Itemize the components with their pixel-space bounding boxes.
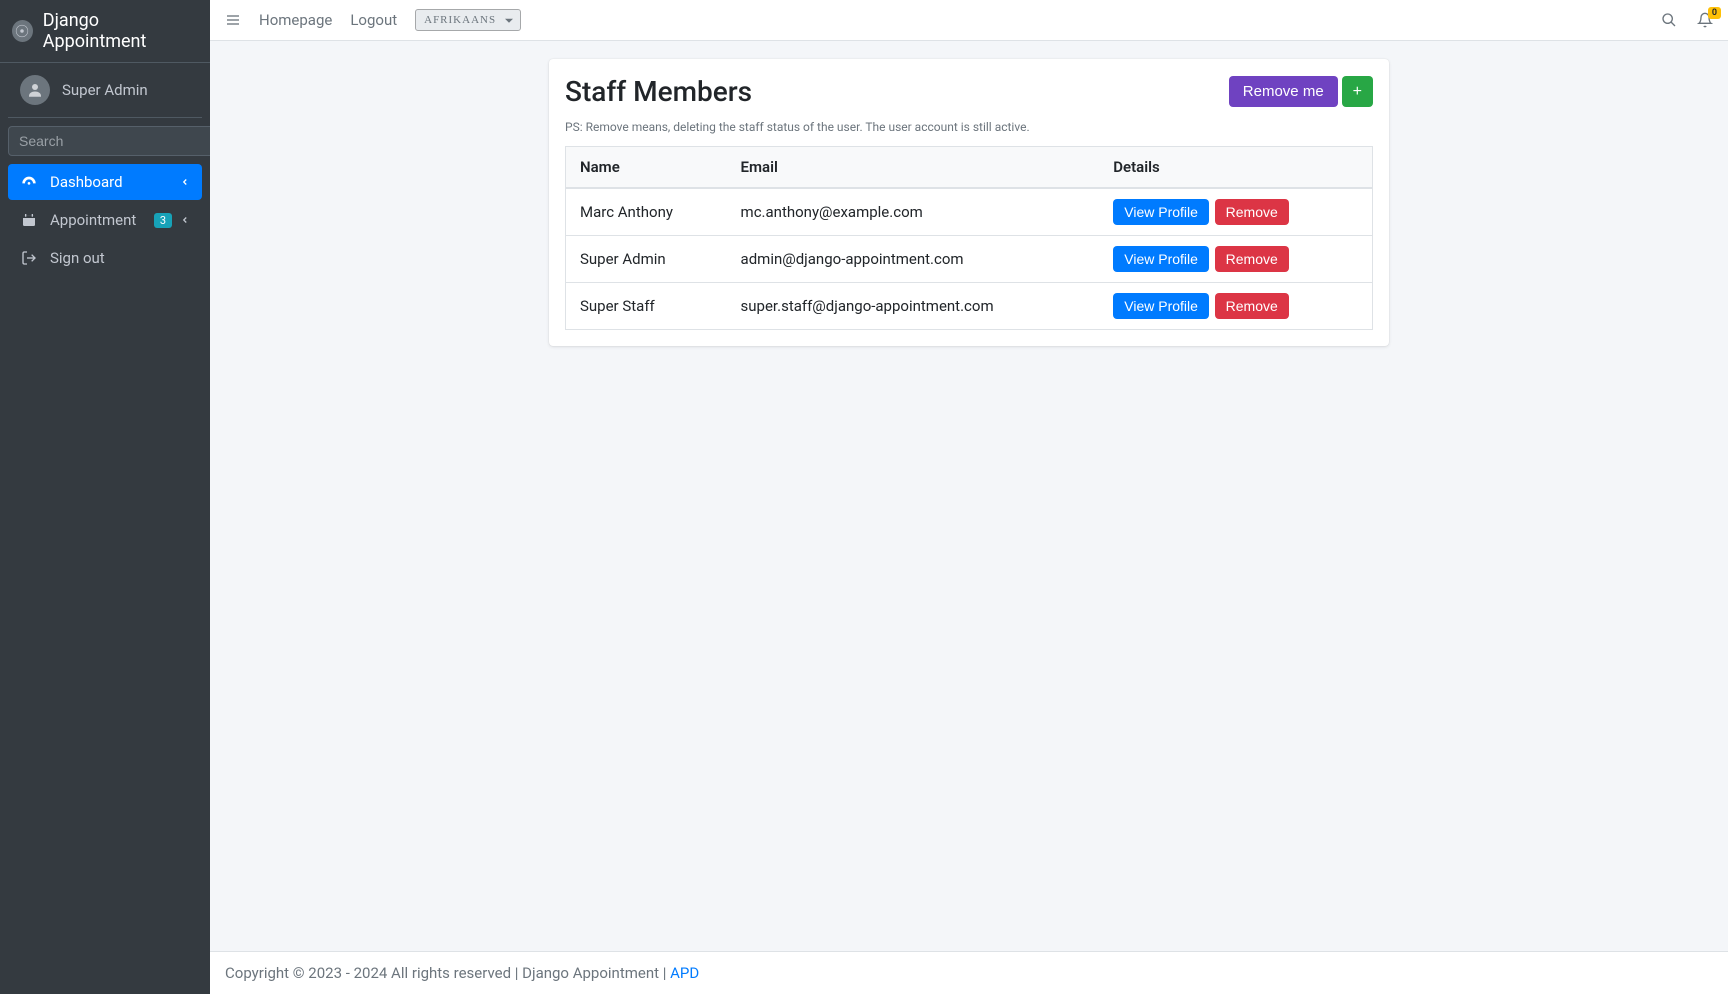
homepage-link[interactable]: Homepage xyxy=(259,11,332,29)
view-profile-button[interactable]: View Profile xyxy=(1113,246,1209,272)
user-name: Super Admin xyxy=(62,81,148,99)
cell-name: Marc Anthony xyxy=(566,188,727,236)
cell-actions: View Profile Remove xyxy=(1099,236,1372,283)
cell-name: Super Staff xyxy=(566,283,727,330)
remove-button[interactable]: Remove xyxy=(1215,293,1289,319)
chevron-left-icon xyxy=(180,177,190,187)
page-note: PS: Remove means, deleting the staff sta… xyxy=(549,112,1389,146)
sidebar-item-label: Appointment xyxy=(50,211,154,229)
staff-card: Staff Members Remove me + PS: Remove mea… xyxy=(549,59,1389,346)
cell-email: mc.anthony@example.com xyxy=(727,188,1100,236)
cell-email: admin@django-appointment.com xyxy=(727,236,1100,283)
th-name: Name xyxy=(566,147,727,189)
logout-link[interactable]: Logout xyxy=(350,11,397,29)
badge-count: 3 xyxy=(154,213,172,228)
search-input[interactable] xyxy=(8,126,211,156)
language-select[interactable]: AFRIKAANS xyxy=(415,9,521,31)
search-icon[interactable] xyxy=(1661,12,1677,28)
chevron-left-icon xyxy=(180,215,190,225)
footer-text: Copyright © 2023 - 2024 All rights reser… xyxy=(225,964,670,982)
sidebar-search xyxy=(8,126,202,156)
calendar-icon xyxy=(20,212,38,228)
nav-menu: Dashboard Appointment 3 Sign out xyxy=(0,164,210,278)
tachometer-icon xyxy=(20,174,38,190)
top-nav: Homepage Logout AFRIKAANS 0 xyxy=(210,0,1728,41)
brand-logo-icon xyxy=(12,20,33,42)
add-staff-button[interactable]: + xyxy=(1342,76,1373,107)
plus-icon: + xyxy=(1353,83,1362,100)
table-row: Marc Anthony mc.anthony@example.com View… xyxy=(566,188,1373,236)
sidebar-item-label: Dashboard xyxy=(50,173,180,191)
remove-me-button[interactable]: Remove me xyxy=(1229,76,1338,107)
sidebar-item-appointment[interactable]: Appointment 3 xyxy=(8,202,202,238)
table-row: Super Staff super.staff@django-appointme… xyxy=(566,283,1373,330)
user-panel[interactable]: Super Admin xyxy=(8,63,202,118)
brand-title: Django Appointment xyxy=(43,10,198,52)
brand[interactable]: Django Appointment xyxy=(0,0,210,63)
sidebar-item-dashboard[interactable]: Dashboard xyxy=(8,164,202,200)
cell-email: super.staff@django-appointment.com xyxy=(727,283,1100,330)
footer-link[interactable]: APD xyxy=(670,964,699,982)
staff-table: Name Email Details Marc Anthony mc.antho… xyxy=(565,146,1373,330)
avatar-icon xyxy=(20,75,50,105)
view-profile-button[interactable]: View Profile xyxy=(1113,199,1209,225)
notification-count-badge: 0 xyxy=(1708,7,1721,19)
footer: Copyright © 2023 - 2024 All rights reser… xyxy=(210,951,1728,994)
remove-button[interactable]: Remove xyxy=(1215,199,1289,225)
sidebar: Django Appointment Super Admin Dashboard xyxy=(0,0,210,994)
page-title: Staff Members xyxy=(565,75,752,108)
hamburger-icon[interactable] xyxy=(225,12,241,28)
cell-actions: View Profile Remove xyxy=(1099,188,1372,236)
main-content: Staff Members Remove me + PS: Remove mea… xyxy=(210,41,1728,951)
signout-icon xyxy=(20,250,38,266)
cell-actions: View Profile Remove xyxy=(1099,283,1372,330)
cell-name: Super Admin xyxy=(566,236,727,283)
table-row: Super Admin admin@django-appointment.com… xyxy=(566,236,1373,283)
th-details: Details xyxy=(1099,147,1372,189)
view-profile-button[interactable]: View Profile xyxy=(1113,293,1209,319)
sidebar-item-signout[interactable]: Sign out xyxy=(8,240,202,276)
sidebar-item-label: Sign out xyxy=(50,249,190,267)
content-wrapper: Homepage Logout AFRIKAANS 0 xyxy=(210,0,1728,994)
remove-button[interactable]: Remove xyxy=(1215,246,1289,272)
th-email: Email xyxy=(727,147,1100,189)
notification-bell[interactable]: 0 xyxy=(1697,12,1713,28)
